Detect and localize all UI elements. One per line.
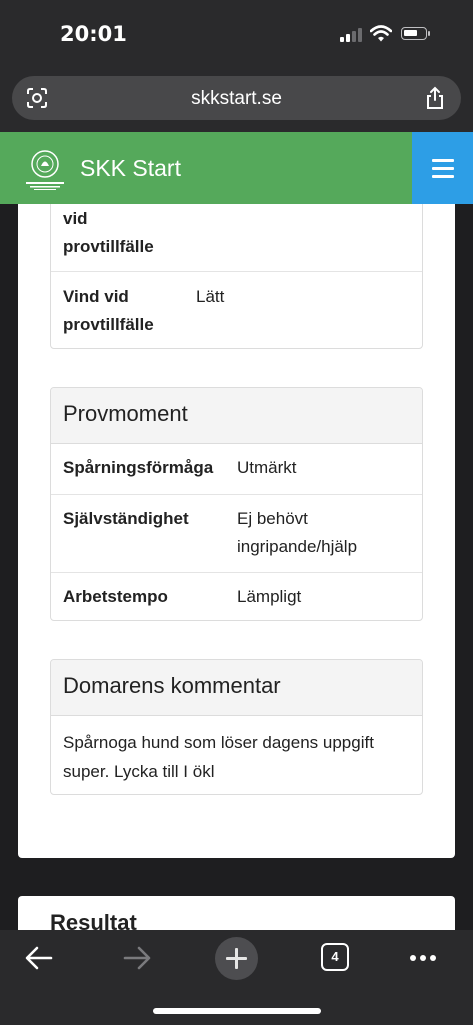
home-indicator bbox=[153, 1008, 321, 1014]
row-value: Ej behövt ingripande/hjälp bbox=[237, 509, 358, 556]
page-content[interactable]: vid provtillfälle Vind vid provtillfälle… bbox=[0, 204, 473, 930]
row-label: Vind vid provtillfälle bbox=[63, 287, 154, 334]
row-value: Utmärkt bbox=[237, 458, 297, 477]
judge-comment-panel: Domarens kommentar Spårnoga hund som lös… bbox=[50, 659, 423, 795]
row-label: vid provtillfälle bbox=[63, 209, 154, 256]
row-label: Arbetstempo bbox=[63, 587, 168, 606]
wifi-icon bbox=[370, 25, 392, 42]
site-header: SKK Start bbox=[0, 132, 473, 204]
provmoment-panel: Provmoment Spårningsförmåga Utmärkt Själ… bbox=[50, 387, 423, 621]
panel-heading: Domarens kommentar bbox=[51, 660, 422, 716]
table-row: Arbetstempo Lämpligt bbox=[51, 572, 422, 620]
row-label: Spårningsförmåga bbox=[63, 458, 214, 477]
row-label: Självständighet bbox=[63, 509, 189, 528]
panel-heading: Provmoment bbox=[51, 388, 422, 444]
table-row: Spårningsförmåga Utmärkt bbox=[51, 444, 422, 494]
new-tab-plus-icon[interactable] bbox=[215, 937, 258, 980]
cellular-signal-icon bbox=[340, 28, 362, 42]
table-row: Självständighet Ej behövt ingripande/hjä… bbox=[51, 494, 422, 572]
forward-arrow-icon[interactable] bbox=[122, 944, 152, 972]
battery-icon bbox=[401, 27, 430, 40]
more-menu-icon[interactable] bbox=[410, 955, 436, 961]
result-card: Resultat bbox=[18, 896, 455, 930]
status-bar: 20:01 bbox=[0, 0, 473, 72]
share-icon[interactable] bbox=[425, 86, 445, 110]
url-text: skkstart.se bbox=[191, 88, 282, 109]
back-arrow-icon[interactable] bbox=[24, 944, 54, 972]
tab-switcher-button[interactable]: 4 bbox=[321, 943, 349, 971]
result-details-card: vid provtillfälle Vind vid provtillfälle… bbox=[18, 204, 455, 858]
skk-logo[interactable] bbox=[20, 144, 70, 194]
table-row: Vind vid provtillfälle Lätt bbox=[51, 271, 422, 348]
browser-toolbar-bottom: 4 bbox=[0, 930, 473, 1025]
address-bar[interactable]: skkstart.se bbox=[12, 76, 461, 120]
hamburger-menu-button[interactable] bbox=[412, 132, 473, 204]
result-heading: Resultat bbox=[50, 910, 137, 930]
row-value: Lätt bbox=[196, 287, 225, 306]
browser-toolbar-top: skkstart.se bbox=[0, 72, 473, 132]
conditions-panel: vid provtillfälle Vind vid provtillfälle… bbox=[50, 204, 423, 349]
row-value: Lämpligt bbox=[237, 587, 302, 606]
status-time: 20:01 bbox=[60, 22, 127, 46]
judge-comment-text: Spårnoga hund som löser dagens uppgift s… bbox=[63, 733, 374, 781]
table-row: vid provtillfälle bbox=[51, 204, 422, 271]
site-title[interactable]: SKK Start bbox=[80, 155, 181, 182]
